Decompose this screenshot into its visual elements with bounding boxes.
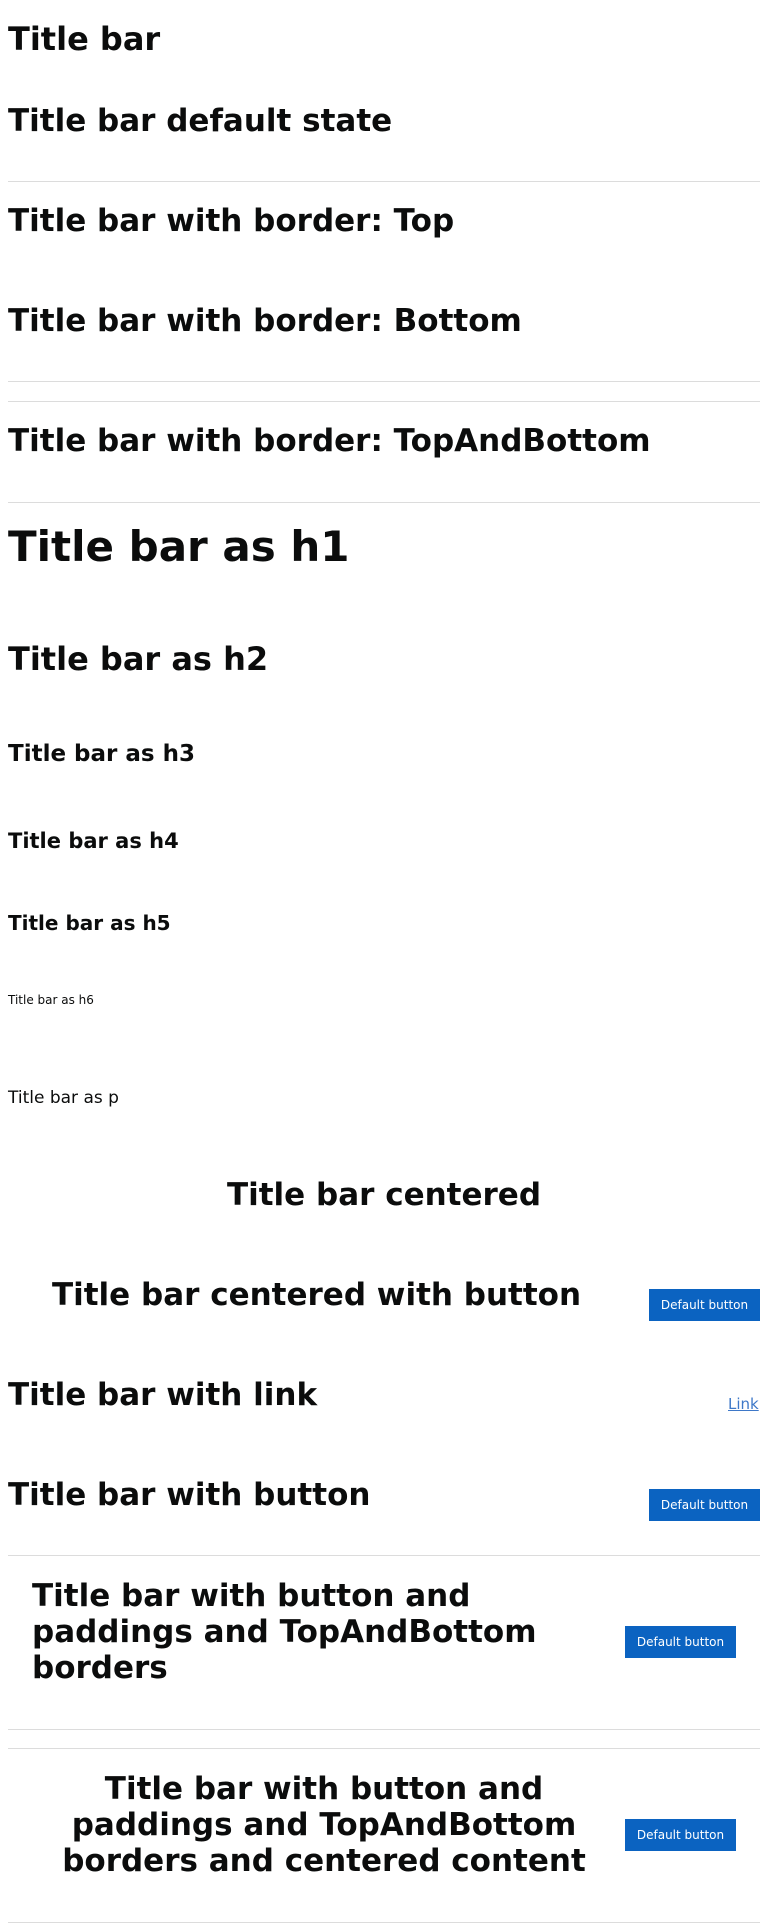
title-border-top: Title bar with border: Top [8,203,455,239]
divider [8,1729,760,1730]
title-centered: Title bar centered [226,1177,542,1213]
divider [8,181,760,182]
title-as-h2: Title bar as h2 [8,640,269,678]
divider [8,381,760,382]
divider [8,1555,760,1556]
title-default-state: Title bar default state [8,103,393,139]
title-line: paddings and TopAndBottom [32,1614,537,1650]
title-as-h4: Title bar as h4 [8,829,179,853]
title-with-button: Title bar with button [8,1477,371,1513]
link[interactable]: Link [728,1395,759,1413]
title-centered-with-button: Title bar centered with button [51,1277,582,1313]
title-line: borders and centered content [62,1843,586,1879]
title-as-h6: Title bar as h6 [8,993,94,1007]
title-padded-borders: Title bar with button and paddings and T… [32,1578,592,1686]
page-title: Title bar [8,20,161,58]
divider [8,502,760,503]
title-line: paddings and TopAndBottom [71,1807,577,1843]
divider [8,401,760,402]
divider [8,1922,760,1923]
title-as-p: Title bar as p [8,1088,119,1108]
title-as-h3: Title bar as h3 [8,741,195,767]
default-button[interactable]: Default button [649,1489,760,1521]
title-line: Title bar with button and [104,1771,544,1807]
title-border-top-bottom: Title bar with border: TopAndBottom [8,423,651,459]
title-padded-borders-centered: Title bar with button and paddings and T… [32,1771,616,1879]
title-as-h1: Title bar as h1 [8,522,350,571]
default-button[interactable]: Default button [625,1819,736,1851]
title-with-link: Title bar with link [8,1377,318,1413]
divider [8,1748,760,1749]
title-border-bottom: Title bar with border: Bottom [8,303,522,339]
title-as-h5: Title bar as h5 [8,911,171,935]
default-button[interactable]: Default button [649,1289,760,1321]
title-line: borders [32,1650,168,1686]
title-line: Title bar with button and [32,1578,471,1614]
default-button[interactable]: Default button [625,1626,736,1658]
